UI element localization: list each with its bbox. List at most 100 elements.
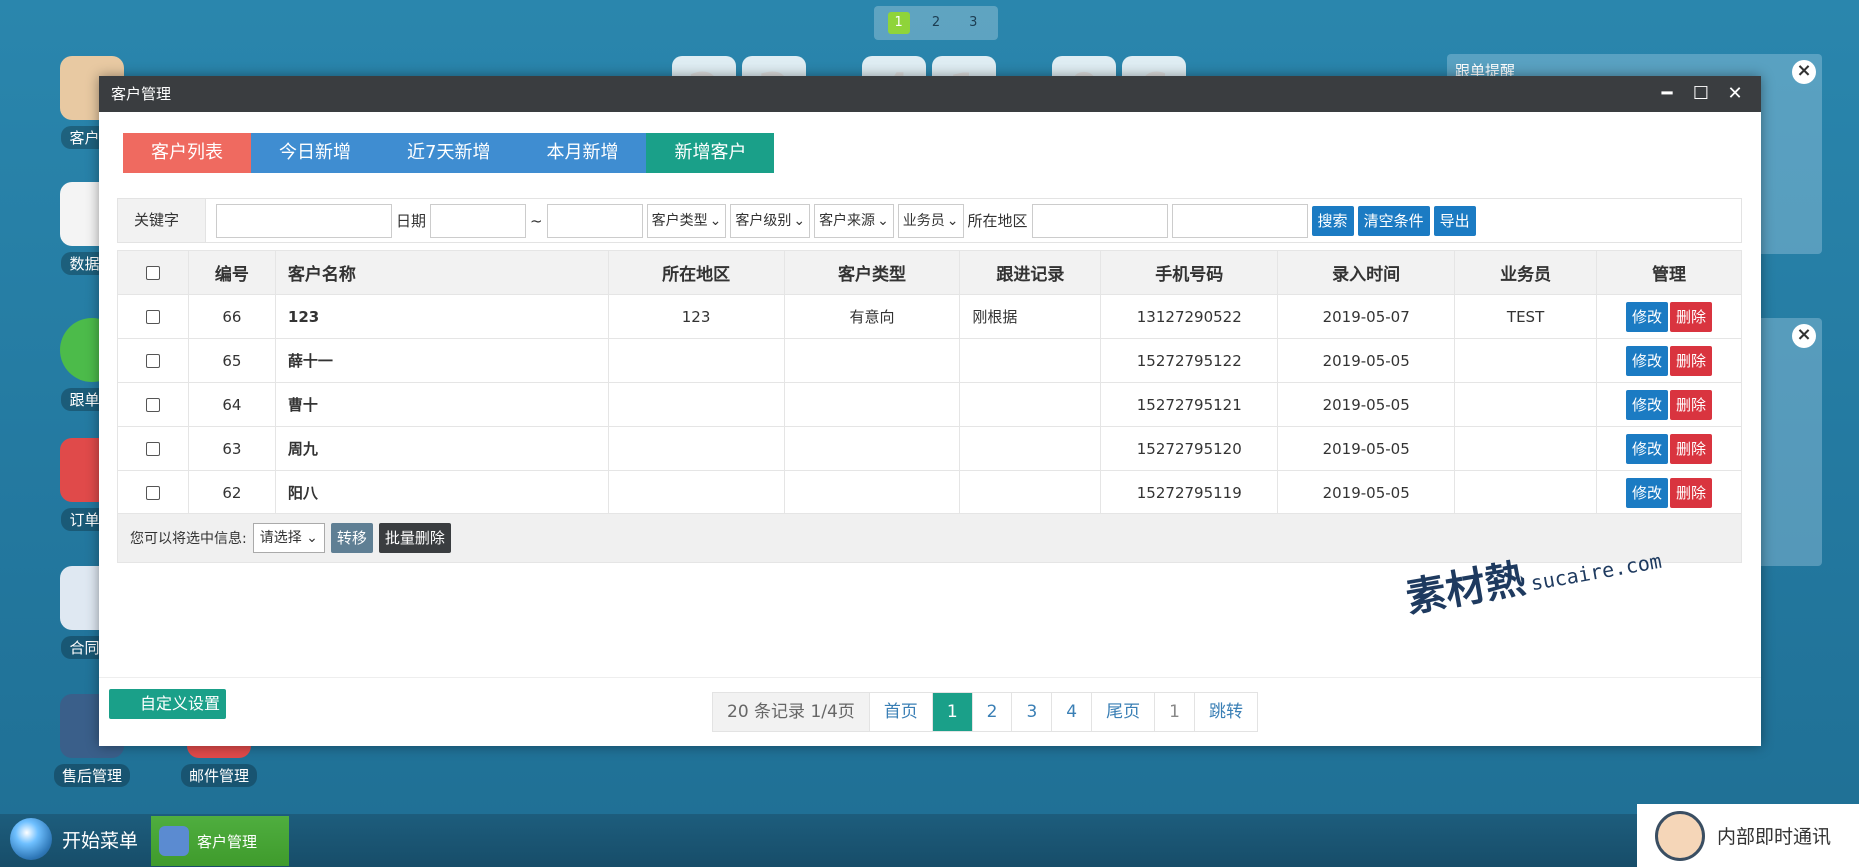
region-input[interactable] bbox=[1031, 203, 1168, 238]
cell-phone: 13127290522 bbox=[1100, 294, 1279, 339]
minimize-icon[interactable]: ━ bbox=[1657, 76, 1677, 112]
cell-region: 123 bbox=[607, 294, 785, 339]
pagination-page-4[interactable]: 4 bbox=[1052, 693, 1093, 731]
cell-type bbox=[783, 338, 961, 383]
table-row: 64 曹十 15272795121 2019-05-05 修改 删除 bbox=[117, 382, 1742, 427]
cell-phone: 15272795120 bbox=[1100, 426, 1279, 471]
row-checkbox[interactable] bbox=[145, 486, 160, 500]
maximize-icon[interactable]: ☐ bbox=[1691, 76, 1711, 112]
date-start-input[interactable] bbox=[430, 203, 527, 238]
export-button[interactable]: 导出 bbox=[1433, 205, 1476, 236]
chevron-down-icon: ⌄ bbox=[793, 212, 806, 229]
desktop-page-2[interactable]: 2 bbox=[925, 12, 947, 34]
close-icon[interactable]: ✕ bbox=[1725, 76, 1745, 112]
column-header: 所在地区 bbox=[607, 250, 785, 295]
pagination-last[interactable]: 尾页 bbox=[1092, 693, 1156, 731]
desktop-page-1[interactable]: 1 bbox=[887, 12, 910, 34]
staff-select[interactable]: 业务员 ⌄ bbox=[897, 203, 964, 238]
desktop-icon-label: 邮件管理 bbox=[180, 764, 257, 787]
start-menu-button[interactable]: 开始菜单 bbox=[10, 818, 138, 860]
start-label: 开始菜单 bbox=[62, 829, 139, 852]
row-checkbox[interactable] bbox=[145, 442, 160, 456]
delete-button[interactable]: 删除 bbox=[1670, 389, 1713, 420]
cell-name[interactable]: 周九 bbox=[274, 426, 609, 471]
keyword-input[interactable] bbox=[216, 203, 392, 238]
edit-button[interactable]: 修改 bbox=[1626, 433, 1669, 464]
cell-type: 有意向 bbox=[783, 294, 961, 339]
search-button[interactable]: 搜索 bbox=[1311, 205, 1354, 236]
cell-id: 63 bbox=[187, 426, 276, 471]
pagination-jump-input[interactable]: 1 bbox=[1155, 693, 1195, 731]
instant-messaging-button[interactable]: 内部即时通讯 bbox=[1637, 804, 1859, 867]
row-checkbox[interactable] bbox=[145, 354, 160, 368]
cell-name[interactable]: 薛十一 bbox=[274, 338, 609, 383]
row-checkbox[interactable] bbox=[145, 398, 160, 412]
cell-date: 2019-05-05 bbox=[1277, 382, 1456, 427]
range-separator: ~ bbox=[530, 211, 543, 230]
row-checkbox[interactable] bbox=[145, 310, 160, 324]
taskbar-item-customer-management[interactable]: 客户管理 bbox=[151, 816, 289, 866]
cell-follow bbox=[959, 426, 1102, 471]
filter-bar: 关键字 日期 ~ 客户类型 ⌄ 客户级别 ⌄ 客户来源 ⌄ 业务员 ⌄ 所在地区 搜索 … bbox=[117, 198, 1742, 243]
delete-button[interactable]: 删除 bbox=[1670, 301, 1713, 332]
cell-name[interactable]: 曹十 bbox=[274, 382, 609, 427]
close-icon[interactable]: × bbox=[1792, 324, 1816, 348]
date-end-input[interactable] bbox=[546, 203, 643, 238]
cell-type bbox=[783, 382, 961, 427]
pagination-page-3[interactable]: 3 bbox=[1012, 693, 1053, 731]
im-label: 内部即时通讯 bbox=[1717, 826, 1832, 848]
customer-source-select[interactable]: 客户来源 ⌄ bbox=[814, 203, 894, 238]
tab-add-customer[interactable]: 新增客户 bbox=[646, 133, 775, 173]
cell-region bbox=[607, 382, 785, 427]
pagination-page-1[interactable]: 1 bbox=[932, 693, 973, 731]
edit-button[interactable]: 修改 bbox=[1626, 345, 1669, 376]
cell-name[interactable]: 阳八 bbox=[274, 470, 609, 515]
cell-id: 62 bbox=[187, 470, 276, 515]
edit-button[interactable]: 修改 bbox=[1626, 477, 1669, 508]
cell-date: 2019-05-05 bbox=[1277, 426, 1456, 471]
custom-settings-button[interactable]: 自定义设置 bbox=[109, 689, 227, 719]
pagination-page-2[interactable]: 2 bbox=[973, 693, 1013, 731]
cell-date: 2019-05-07 bbox=[1277, 294, 1456, 339]
column-header: 客户类型 bbox=[783, 250, 961, 295]
cell-staff bbox=[1454, 426, 1598, 471]
window-titlebar[interactable]: 客户管理 ━ ☐ ✕ bbox=[99, 76, 1761, 112]
cell-phone: 15272795121 bbox=[1100, 382, 1279, 427]
close-icon[interactable]: × bbox=[1792, 60, 1816, 84]
cell-date: 2019-05-05 bbox=[1277, 338, 1456, 383]
cell-type bbox=[783, 470, 961, 515]
cell-staff: TEST bbox=[1454, 294, 1598, 339]
tab-customer-list[interactable]: 客户列表 bbox=[123, 133, 251, 173]
select-all-checkbox[interactable] bbox=[145, 265, 160, 280]
column-header: 手机号码 bbox=[1100, 250, 1279, 295]
tab-7days-new[interactable]: 近7天新增 bbox=[379, 133, 519, 173]
delete-button[interactable]: 删除 bbox=[1670, 477, 1713, 508]
delete-button[interactable]: 删除 bbox=[1670, 345, 1713, 376]
windows-logo-icon bbox=[10, 818, 52, 860]
desktop-page-3[interactable]: 3 bbox=[962, 12, 984, 34]
cell-name[interactable]: 123 bbox=[274, 294, 609, 339]
bulk-delete-button[interactable]: 批量删除 bbox=[378, 523, 451, 553]
transfer-button[interactable]: 转移 bbox=[330, 523, 373, 553]
edit-button[interactable]: 修改 bbox=[1626, 389, 1669, 420]
customer-icon bbox=[159, 826, 189, 856]
tab-today-new[interactable]: 今日新增 bbox=[251, 133, 379, 173]
delete-button[interactable]: 删除 bbox=[1670, 433, 1713, 464]
pagination-first[interactable]: 首页 bbox=[870, 693, 933, 731]
cell-date: 2019-05-05 bbox=[1277, 470, 1456, 515]
chevron-down-icon: ⌄ bbox=[877, 212, 889, 229]
date-label: 日期 bbox=[396, 212, 427, 230]
clear-filters-button[interactable]: 清空条件 bbox=[1357, 205, 1430, 236]
tab-month-new[interactable]: 本月新增 bbox=[518, 133, 647, 173]
pagination-jump-button[interactable]: 跳转 bbox=[1195, 693, 1257, 731]
pagination: 20 条记录 1/4页 首页 1 2 3 4 尾页 1 跳转 bbox=[712, 692, 1258, 732]
cell-phone: 15272795119 bbox=[1100, 470, 1279, 515]
batch-target-select[interactable]: 请选择 ⌄ bbox=[252, 523, 325, 553]
chevron-down-icon: ⌄ bbox=[709, 212, 722, 229]
customer-level-select[interactable]: 客户级别 ⌄ bbox=[730, 203, 811, 238]
region-input-2[interactable] bbox=[1171, 203, 1308, 238]
customer-type-select[interactable]: 客户类型 ⌄ bbox=[646, 203, 727, 238]
batch-label: 您可以将选中信息: bbox=[130, 531, 247, 547]
cell-id: 66 bbox=[187, 294, 276, 339]
edit-button[interactable]: 修改 bbox=[1626, 301, 1669, 332]
